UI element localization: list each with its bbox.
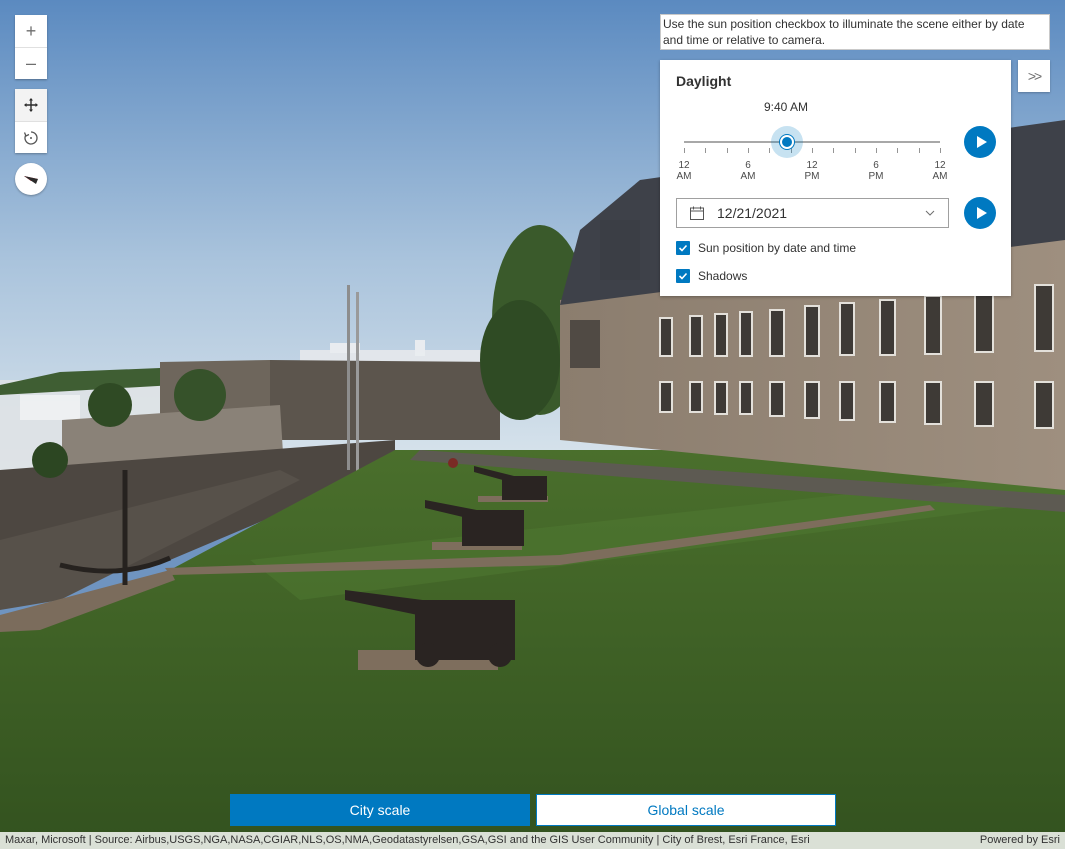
slider-tick-label: 12 AM [676, 160, 692, 182]
checkbox-checked-icon [676, 241, 690, 255]
time-readout: 9:40 AM [764, 100, 809, 114]
zoom-in-button[interactable]: + [15, 15, 47, 47]
collapse-panel-button[interactable]: >> [1018, 60, 1050, 92]
checkbox-checked-icon [676, 269, 690, 283]
zoom-out-button[interactable]: – [15, 47, 47, 79]
rotate-icon [23, 130, 38, 145]
play-time-button[interactable] [964, 126, 996, 158]
navigation-toggle [15, 89, 47, 153]
double-chevron-right-icon: >> [1027, 68, 1042, 84]
zoom-control: + – [15, 15, 47, 79]
time-slider-track[interactable] [684, 141, 940, 143]
shadows-checkbox[interactable]: Shadows [676, 269, 747, 283]
flagpole [347, 285, 350, 470]
slider-tick [940, 148, 941, 153]
rampart-wall [270, 360, 500, 440]
slider-tick [833, 148, 835, 153]
slider-tick [769, 148, 771, 153]
pan-move-icon [24, 98, 38, 112]
attribution-bar[interactable]: Maxar, Microsoft | Source: Airbus,USGS,N… [0, 832, 1065, 849]
rotate-button[interactable] [15, 121, 47, 153]
city-scale-button[interactable]: City scale [230, 794, 530, 826]
attribution-sources: Maxar, Microsoft | Source: Airbus,USGS,N… [5, 834, 810, 846]
slider-handle [780, 135, 795, 149]
slider-tick [876, 148, 877, 153]
daylight-title: Daylight [676, 73, 732, 89]
global-scale-button[interactable]: Global scale [536, 794, 836, 826]
instructions-text: Use the sun position checkbox to illumin… [660, 14, 1050, 50]
sun-position-label: Sun position by date and time [698, 241, 857, 255]
daylight-widget: Daylight 9:40 AM 12 AM 6 AM 12 PM 6 PM 12 AM 12/2… [660, 60, 1011, 296]
slider-tick [918, 148, 920, 153]
calendar-icon [690, 206, 704, 220]
tree [88, 383, 132, 427]
date-picker[interactable]: 12/21/2021 [676, 198, 949, 228]
chevron-down-icon [925, 210, 935, 216]
play-date-button[interactable] [964, 197, 996, 229]
slider-tick [748, 148, 749, 153]
slider-tick [705, 148, 707, 153]
compass-button[interactable] [15, 163, 47, 195]
pan-button[interactable] [15, 89, 47, 121]
time-slider-ticks [684, 148, 941, 154]
powered-by: Powered by Esri [979, 834, 1060, 846]
date-value: 12/21/2021 [717, 205, 788, 221]
slider-tick-label: 12 PM [804, 160, 820, 182]
slider-tick-label: 12 AM [932, 160, 948, 182]
compass-icon [24, 176, 38, 184]
slider-tick [854, 148, 856, 153]
slider-tick [684, 148, 685, 153]
slider-tick-label: 6 AM [740, 160, 756, 182]
slider-tick [812, 148, 813, 153]
slider-tick [897, 148, 899, 153]
shadows-label: Shadows [698, 269, 748, 283]
slider-tick-label: 6 PM [868, 160, 884, 182]
time-slider-thumb[interactable] [771, 126, 804, 158]
slider-tick [726, 148, 728, 153]
sun-position-checkbox[interactable]: Sun position by date and time [676, 241, 856, 255]
